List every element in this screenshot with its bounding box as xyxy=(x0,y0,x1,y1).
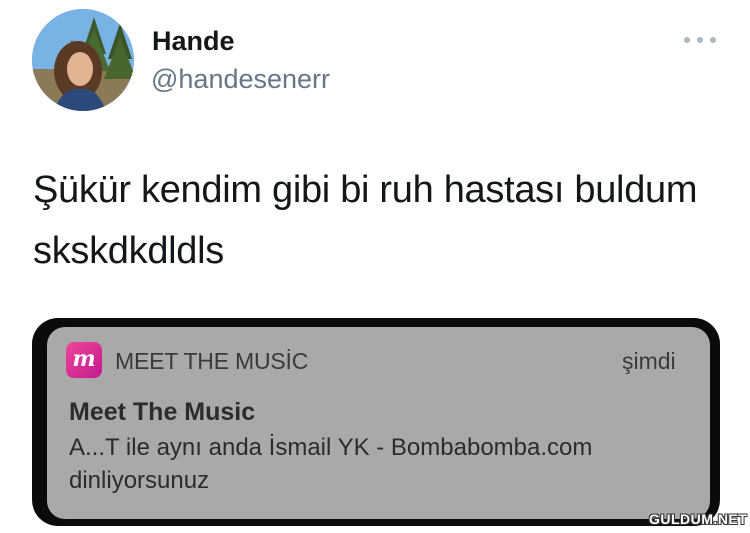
tweet-text: Şükür kendim gibi bi ruh hastası buldum … xyxy=(33,169,698,272)
notification-body: A...T ile aynı anda İsmail YK - Bombabom… xyxy=(69,434,593,494)
avatar[interactable] xyxy=(32,9,134,111)
more-horizontal-icon[interactable] xyxy=(684,30,716,50)
tweet-page: Hande @handesenerr Şükür kendim gibi bi … xyxy=(0,0,750,533)
app-icon: m xyxy=(66,342,102,378)
notification-time: şimdi xyxy=(622,348,676,374)
more-dot xyxy=(697,37,703,43)
more-dot xyxy=(684,37,690,43)
avatar-photo xyxy=(32,9,134,111)
author-handle[interactable]: @handesenerr xyxy=(151,64,330,95)
watermark: GULDUM.NET xyxy=(649,511,748,527)
author-name[interactable]: Hande xyxy=(152,26,235,57)
more-dot xyxy=(710,37,716,43)
notification-title: Meet The Music xyxy=(69,398,256,426)
notification-app-name: MEET THE MUSİC xyxy=(115,348,309,374)
